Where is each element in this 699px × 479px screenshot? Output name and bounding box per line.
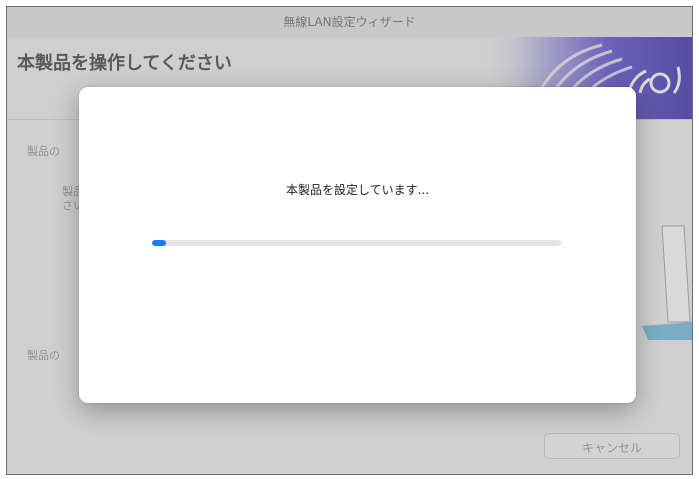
wizard-window: 無線LAN設定ウィザード 本製品を操作してください 製品の 製品 さい 製品の … <box>6 6 693 475</box>
progress-bar <box>152 240 561 246</box>
progress-dialog: 本製品を設定しています... <box>79 87 636 403</box>
progress-bar-fill <box>152 240 167 246</box>
progress-message: 本製品を設定しています... <box>285 183 430 197</box>
